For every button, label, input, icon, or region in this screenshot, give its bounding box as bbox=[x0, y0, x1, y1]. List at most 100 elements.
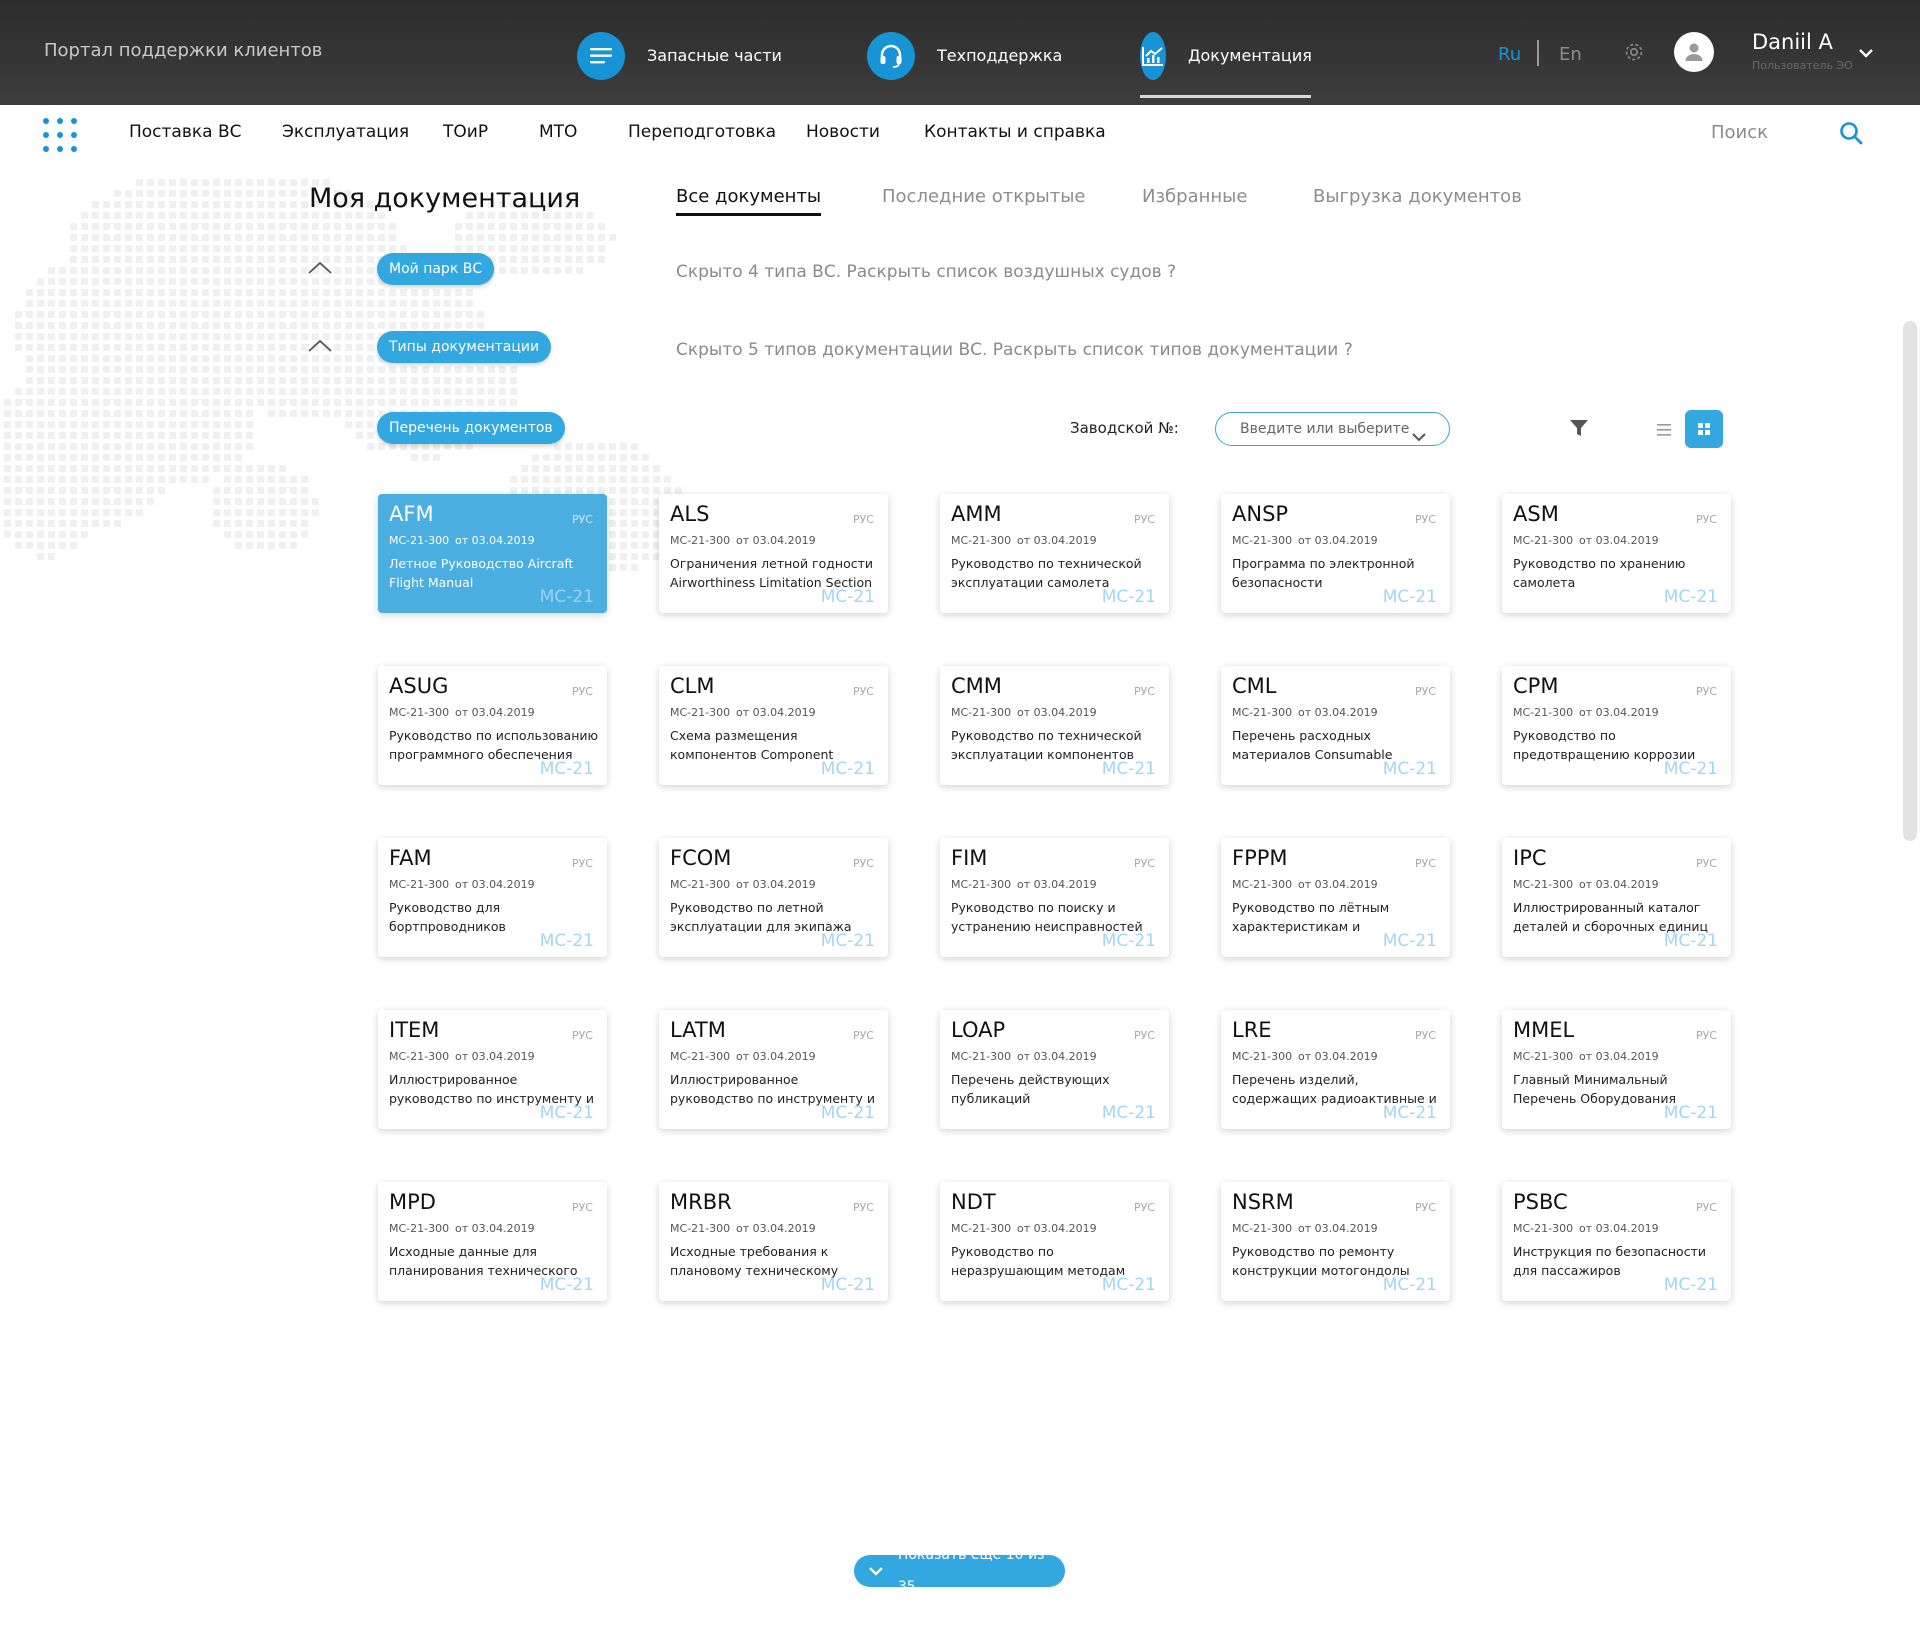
subnav-item-operation[interactable]: Эксплуатация bbox=[282, 122, 409, 142]
card-model: МС-21-300 bbox=[951, 534, 1012, 547]
document-card[interactable]: LRE РУС МС-21-300 от 03.04.2019 Перечень изд… bbox=[1221, 1010, 1450, 1129]
top-nav-label: Документация bbox=[1188, 46, 1312, 65]
card-code: FCOM bbox=[670, 846, 732, 870]
card-brand: МС-21 bbox=[1663, 1275, 1718, 1295]
doc-list-pill[interactable]: Перечень документов bbox=[377, 412, 565, 444]
chevron-up-icon[interactable] bbox=[307, 338, 333, 358]
document-card[interactable]: AFM РУС МС-21-300 от 03.04.2019 Летное Руков… bbox=[378, 494, 607, 613]
subnav-item-mto[interactable]: МТО bbox=[539, 122, 577, 142]
document-card[interactable]: CMM РУС МС-21-300 от 03.04.2019 Руководство … bbox=[940, 666, 1169, 785]
search-icon[interactable] bbox=[1838, 120, 1864, 150]
top-nav-label: Запасные части bbox=[647, 46, 782, 65]
chevron-down-icon[interactable] bbox=[1858, 44, 1874, 63]
document-card[interactable]: MMEL РУС МС-21-300 от 03.04.2019 Главный Мин… bbox=[1502, 1010, 1731, 1129]
document-card[interactable]: FAM РУС МС-21-300 от 03.04.2019 Руководство … bbox=[378, 838, 607, 957]
document-card[interactable]: ASUG РУС МС-21-300 от 03.04.2019 Руководство… bbox=[378, 666, 607, 785]
top-nav-support[interactable]: Техподдержка bbox=[867, 32, 1062, 92]
card-code: MRBR bbox=[670, 1190, 732, 1214]
scrollbar[interactable] bbox=[1903, 321, 1917, 841]
card-brand: МС-21 bbox=[1382, 1275, 1437, 1295]
card-lang: РУС bbox=[1133, 857, 1155, 870]
search-input[interactable]: Поиск bbox=[1711, 122, 1768, 143]
card-date: от 03.04.2019 bbox=[1298, 1222, 1378, 1235]
document-card[interactable]: ANSP РУС МС-21-300 от 03.04.2019 Программа п… bbox=[1221, 494, 1450, 613]
card-model: МС-21-300 bbox=[389, 534, 450, 547]
subnav-item-retraining[interactable]: Переподготовка bbox=[628, 122, 776, 142]
lang-ru[interactable]: Ru bbox=[1498, 44, 1521, 65]
card-model: МС-21-300 bbox=[951, 706, 1012, 719]
card-code: CML bbox=[1232, 674, 1277, 698]
subnav-item-news[interactable]: Новости bbox=[806, 122, 880, 142]
document-card[interactable]: ALS РУС МС-21-300 от 03.04.2019 Ограничения … bbox=[659, 494, 888, 613]
filter-icon[interactable] bbox=[1569, 418, 1589, 442]
card-date: от 03.04.2019 bbox=[455, 878, 535, 891]
card-lang: РУС bbox=[1695, 857, 1717, 870]
card-model: МС-21-300 bbox=[951, 1222, 1012, 1235]
card-code: AMM bbox=[951, 502, 1002, 526]
document-card[interactable]: CPM РУС МС-21-300 от 03.04.2019 Руководство … bbox=[1502, 666, 1731, 785]
grid-view-icon[interactable] bbox=[1685, 410, 1723, 448]
show-more-label: Показать еще 10 из 35 bbox=[897, 1547, 1045, 1595]
document-card[interactable]: MPD РУС МС-21-300 от 03.04.2019 Исходные дан… bbox=[378, 1182, 607, 1301]
doc-types-hint[interactable]: Скрыто 5 типов документации ВС. Раскрыть… bbox=[676, 340, 1353, 360]
card-brand: МС-21 bbox=[1101, 1103, 1156, 1123]
tab-favorites[interactable]: Избранные bbox=[1142, 186, 1247, 207]
card-lang: РУС bbox=[1414, 1029, 1436, 1042]
document-card[interactable]: ASM РУС МС-21-300 от 03.04.2019 Руководство … bbox=[1502, 494, 1731, 613]
document-card[interactable]: NSRM РУС МС-21-300 от 03.04.2019 Руководство… bbox=[1221, 1182, 1450, 1301]
fleet-pill[interactable]: Мой парк ВС bbox=[377, 253, 495, 285]
portal-title[interactable]: Портал поддержки клиентов bbox=[44, 40, 322, 61]
card-date: от 03.04.2019 bbox=[1017, 534, 1097, 547]
document-card[interactable]: LOAP РУС МС-21-300 от 03.04.2019 Перечень де… bbox=[940, 1010, 1169, 1129]
card-brand: МС-21 bbox=[1663, 931, 1718, 951]
card-code: MPD bbox=[389, 1190, 436, 1214]
card-model: МС-21-300 bbox=[1513, 1050, 1574, 1063]
show-more-button[interactable]: Показать еще 10 из 35 bbox=[854, 1547, 1065, 1595]
doc-types-pill[interactable]: Типы документации bbox=[377, 331, 552, 363]
card-code: ASM bbox=[1513, 502, 1559, 526]
gear-icon[interactable] bbox=[1622, 40, 1646, 68]
document-card[interactable]: MRBR РУС МС-21-300 от 03.04.2019 Исходные тр… bbox=[659, 1182, 888, 1301]
document-card[interactable]: IPC РУС МС-21-300 от 03.04.2019 Иллюстрирова… bbox=[1502, 838, 1731, 957]
chevron-up-icon[interactable] bbox=[307, 260, 333, 280]
card-brand: МС-21 bbox=[1663, 1103, 1718, 1123]
document-card[interactable]: LATM РУС МС-21-300 от 03.04.2019 Иллюстриров… bbox=[659, 1010, 888, 1129]
serial-select[interactable]: Введите или выберите bbox=[1215, 412, 1450, 446]
card-date: от 03.04.2019 bbox=[455, 1222, 535, 1235]
fleet-hint[interactable]: Скрыто 4 типа ВС. Раскрыть список воздуш… bbox=[676, 262, 1176, 282]
document-card[interactable]: FIM РУС МС-21-300 от 03.04.2019 Руководство … bbox=[940, 838, 1169, 957]
top-nav-documentation[interactable]: Документация bbox=[1140, 32, 1312, 98]
card-lang: РУС bbox=[1133, 1029, 1155, 1042]
document-card[interactable]: CLM РУС МС-21-300 от 03.04.2019 Схема размещ… bbox=[659, 666, 888, 785]
card-lang: РУС bbox=[852, 1201, 874, 1214]
chevron-down-icon bbox=[869, 1567, 883, 1576]
tab-all-documents[interactable]: Все документы bbox=[676, 186, 822, 216]
card-lang: РУС bbox=[1414, 685, 1436, 698]
top-nav-spare-parts[interactable]: Запасные части bbox=[577, 32, 782, 92]
subnav-item-mro[interactable]: ТОиР bbox=[443, 122, 488, 142]
subnav-item-contacts[interactable]: Контакты и справка bbox=[924, 122, 1106, 142]
subnav-item-delivery[interactable]: Поставка ВС bbox=[129, 122, 242, 142]
document-card[interactable]: CML РУС МС-21-300 от 03.04.2019 Перечень рас… bbox=[1221, 666, 1450, 785]
document-card[interactable]: FPPM РУС МС-21-300 от 03.04.2019 Руководство… bbox=[1221, 838, 1450, 957]
card-lang: РУС bbox=[1695, 685, 1717, 698]
document-card[interactable]: PSBC РУС МС-21-300 от 03.04.2019 Инструкция … bbox=[1502, 1182, 1731, 1301]
document-card[interactable]: FCOM РУС МС-21-300 от 03.04.2019 Руководство… bbox=[659, 838, 888, 957]
lang-en[interactable]: En bbox=[1559, 44, 1582, 65]
card-date: от 03.04.2019 bbox=[1579, 534, 1659, 547]
top-header: Портал поддержки клиентов Запасные части… bbox=[0, 0, 1920, 105]
document-card[interactable]: ITEM РУС МС-21-300 от 03.04.2019 Иллюстриров… bbox=[378, 1010, 607, 1129]
tab-export[interactable]: Выгрузка документов bbox=[1313, 186, 1522, 207]
user-name[interactable]: Daniil A bbox=[1752, 30, 1833, 54]
tab-recent[interactable]: Последние открытые bbox=[882, 186, 1086, 207]
document-card[interactable]: NDT РУС МС-21-300 от 03.04.2019 Руководство … bbox=[940, 1182, 1169, 1301]
list-view-icon[interactable] bbox=[1656, 422, 1672, 441]
document-card[interactable]: AMM РУС МС-21-300 от 03.04.2019 Руководство … bbox=[940, 494, 1169, 613]
user-icon bbox=[1685, 43, 1703, 61]
apps-grid-icon[interactable] bbox=[43, 118, 77, 152]
avatar[interactable] bbox=[1674, 32, 1714, 72]
card-date: от 03.04.2019 bbox=[1017, 1050, 1097, 1063]
card-model: МС-21-300 bbox=[1232, 1050, 1293, 1063]
card-model: МС-21-300 bbox=[389, 1050, 450, 1063]
card-lang: РУС bbox=[852, 1029, 874, 1042]
